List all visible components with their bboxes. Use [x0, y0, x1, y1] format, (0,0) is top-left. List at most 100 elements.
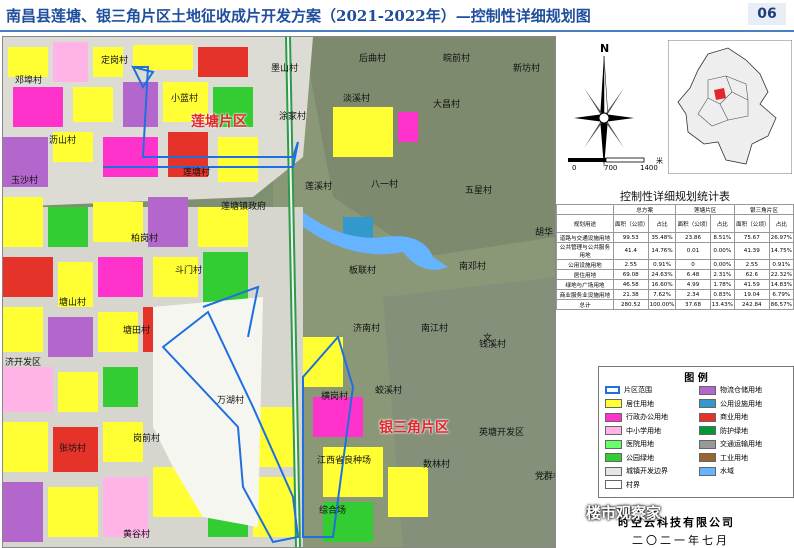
place-label: 小蓝村	[171, 94, 199, 104]
table-cell: 21.38	[612, 289, 649, 300]
legend-label: 工业用地	[720, 453, 748, 462]
legend-item: 商业用地	[699, 412, 748, 422]
legend-item: 城镇开发边界	[605, 466, 668, 476]
legend-label: 商业用地	[720, 413, 748, 421]
table-cell: 99.53	[612, 232, 649, 243]
table-cell: 道路与交通设施用地	[556, 232, 614, 243]
table-cell: 62.6	[733, 269, 770, 280]
legend-title: 图 例	[684, 373, 708, 384]
place-label: 柏岗村	[131, 234, 159, 244]
table-cell: 86.57%	[768, 299, 794, 310]
table-row: 居住用地 69.08 24.63% 6.48 2.31% 62.6 22.32%	[556, 269, 794, 280]
table-cell: 0.91%	[768, 259, 794, 270]
table-row: 公共管理与公共服务用地 41.4 14.76% 0.01 0.00% 41.39 14.75…	[556, 242, 794, 260]
place-label: 综合场	[319, 506, 347, 516]
place-label: 新坊村	[513, 64, 541, 74]
table-cell: 0.00%	[709, 259, 735, 270]
legend-item: 物流仓储用地	[699, 385, 762, 395]
legend-item: 公用设施用地	[699, 399, 762, 409]
stats-group-header: 总方案	[612, 204, 677, 215]
legend-label: 水域	[720, 467, 734, 475]
legend-swatch	[699, 385, 716, 395]
table-cell: 69.08	[612, 269, 649, 280]
place-label: 莲塘镇政府	[221, 202, 267, 212]
stats-group-header: 银三角片区	[733, 204, 794, 215]
place-label: 莲塘村	[183, 168, 211, 178]
place-label: 莲溪村	[305, 182, 333, 192]
legend: 图 例 片区范围 居住用地 行政办公用地 中小学用地 医院用地 公园绿地 城镇开发边界 村界 物…	[598, 366, 794, 498]
stats-table-title: 控制性详细规划统计表	[620, 190, 730, 203]
scale-unit: 米	[656, 157, 663, 165]
place-label: 黄谷村	[123, 530, 151, 540]
stats-col-header: 面积（公顷）	[612, 214, 649, 233]
legend-swatch	[699, 412, 716, 422]
legend-label: 防护绿地	[720, 426, 748, 435]
table-cell: 242.84	[733, 299, 770, 310]
place-label: 塘田村	[123, 326, 151, 336]
table-cell: 0.00%	[709, 242, 735, 260]
table-cell: 2.55	[733, 259, 770, 270]
scale-label: 700	[604, 164, 618, 172]
table-cell: 0	[675, 259, 711, 270]
title-bar: 南昌县莲塘、银三角片区土地征收成片开发方案（2021-2022年）—控制性详细规…	[0, 0, 794, 32]
legend-swatch	[699, 399, 716, 408]
table-cell: 7.62%	[647, 289, 677, 300]
legend-label: 村界	[626, 480, 640, 489]
place-label: 岗前村	[133, 434, 161, 444]
legend-item: 水域	[699, 466, 734, 476]
table-cell: 6.79%	[768, 289, 794, 300]
table-cell: 75.67	[733, 232, 770, 243]
table-cell: 23.86	[675, 232, 711, 243]
legend-item: 村界	[605, 480, 640, 490]
place-label: 万湖村	[217, 396, 245, 406]
place-label: 斗门村	[175, 266, 203, 276]
place-label: 数林村	[423, 460, 451, 470]
place-label: 横岗村	[321, 392, 349, 402]
legend-swatch	[605, 399, 622, 408]
legend-item: 公园绿地	[605, 453, 654, 463]
legend-swatch	[605, 480, 622, 489]
stats-corner	[556, 204, 614, 215]
table-cell: 41.59	[733, 279, 770, 290]
table-cell: 绿地与广场用地	[556, 279, 614, 290]
place-label: 淡溪村	[343, 94, 371, 104]
location-inset-map	[668, 40, 792, 174]
legend-label: 公园绿地	[626, 453, 654, 462]
table-cell: 14.83%	[768, 279, 794, 290]
table-cell: 2.55	[612, 259, 649, 270]
table-cell: 6.48	[675, 269, 711, 280]
legend-item: 中小学用地	[605, 426, 661, 436]
zone-label-liantang: 莲塘片区	[191, 114, 247, 130]
stats-col-header: 占比	[768, 214, 794, 233]
side-panel: N 0 700 1400 米 控制性详细规划统计表 总方案 莲塘片区 银三角片区…	[556, 36, 794, 547]
table-cell: 100.00%	[647, 299, 677, 310]
table-row: 道路与交通设施用地 99.53 35.48% 23.86 8.51% 75.67 26.97…	[556, 232, 794, 243]
place-label: 英塘开发区	[479, 428, 525, 438]
table-cell: 280.52	[612, 299, 649, 310]
table-cell: 居住用地	[556, 269, 614, 280]
zone-label-yinsanjiao: 银三角片区	[379, 420, 449, 436]
table-cell: 总计	[556, 299, 614, 310]
table-cell: 2.34	[675, 289, 711, 300]
stats-col-header: 占比	[709, 214, 735, 233]
legend-swatch	[605, 453, 622, 462]
legend-label: 交通运输用地	[720, 440, 762, 448]
place-label: 江西省良种场	[317, 456, 372, 466]
place-label: 八一村	[371, 180, 399, 190]
place-label: 定岗村	[101, 56, 129, 66]
legend-item: 片区范围	[605, 385, 652, 395]
place-label: 南江村	[421, 324, 449, 334]
planning-map[interactable]: 定岗村 邓埠村 小蓝村 沥山村 莲塘村 玉沙村 后曲村 皖前村 新坊村 墨山村 …	[2, 36, 556, 548]
legend-label: 片区范围	[624, 386, 652, 394]
legend-label: 行政办公用地	[626, 413, 668, 421]
table-cell: 0.83%	[709, 289, 735, 300]
stats-col-header: 规划用途	[556, 214, 614, 233]
legend-label: 公用设施用地	[720, 399, 762, 408]
stats-table: 总方案 莲塘片区 银三角片区 规划用途 面积（公顷） 占比 面积（公顷） 占比 …	[556, 204, 794, 310]
table-cell: 37.68	[675, 299, 711, 310]
legend-item: 防护绿地	[699, 426, 748, 436]
legend-label: 居住用地	[626, 399, 654, 408]
table-cell: 26.97%	[768, 232, 794, 243]
legend-item: 工业用地	[699, 453, 748, 463]
stats-col-header: 面积（公顷）	[733, 214, 770, 233]
